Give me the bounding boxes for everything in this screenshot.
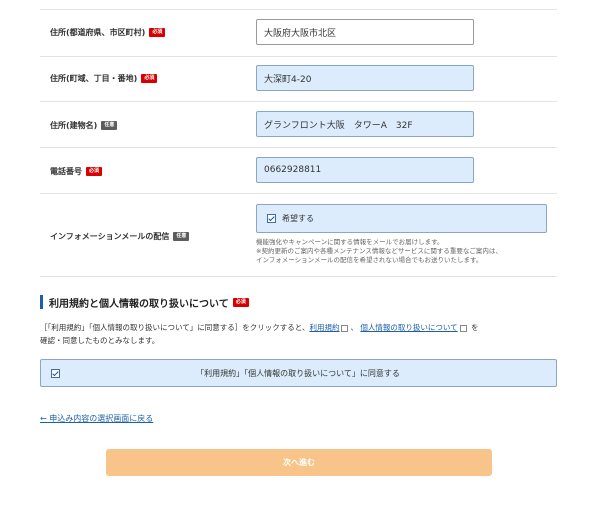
terms-agree-checkbox[interactable] (51, 368, 60, 378)
building-input[interactable] (256, 111, 474, 137)
terms-text: 確認・同意したものとみなします。 (40, 336, 160, 345)
city-input[interactable] (256, 19, 474, 45)
street-input[interactable] (256, 65, 474, 91)
terms-title-text: 利用規約と個人情報の取り扱いについて (49, 298, 229, 310)
newsletter-note-line: インフォメーションメールの配信を希望されない場合でもお送りいたします。 (256, 256, 483, 264)
phone-label-text: 電話番号 (50, 167, 82, 176)
city-label: 住所(都道府県、市区町村) 必須 (50, 27, 166, 38)
city-label-text: 住所(都道府県、市区町村) (50, 28, 146, 37)
terms-text: を (471, 323, 479, 332)
terms-description: ［「利用規約」「個人情報の取り扱いについて」に同意する］をクリックすると、利用規… (40, 321, 560, 347)
optional-badge: 任意 (101, 121, 118, 130)
external-link-icon (341, 324, 349, 332)
newsletter-note-line: ※契約更新のご案内や各種メンテナンス情報などサービスに関する重要なご案内は、 (256, 247, 502, 255)
back-link[interactable]: ← 申込み内容の選択画面に戻る (40, 413, 153, 424)
newsletter-note-line: 機能強化やキャンペーンに関する情報をメールでお届けします。 (256, 238, 444, 246)
divider (40, 147, 557, 148)
terms-of-use-link[interactable]: 利用規約 (309, 323, 339, 332)
divider (40, 101, 557, 102)
terms-agree-option[interactable]: 「利用規約」「個人情報の取り扱いについて」に同意する (40, 359, 557, 387)
building-label: 住所(建物名) 任意 (50, 120, 118, 131)
newsletter-note: 機能強化やキャンペーンに関する情報をメールでお届けします。 ※契約更新のご案内や… (256, 238, 556, 265)
required-badge: 必須 (149, 28, 166, 37)
divider (40, 9, 557, 10)
next-button[interactable]: 次へ進む (106, 449, 492, 476)
terms-section-title: 利用規約と個人情報の取り扱いについて 必須 (40, 295, 249, 310)
phone-label: 電話番号 必須 (50, 166, 103, 177)
street-label: 住所(町域、丁目・番地) 必須 (50, 73, 158, 84)
required-badge: 必須 (141, 74, 158, 83)
newsletter-label-text: インフォメーションメールの配信 (50, 232, 170, 241)
required-badge: 必須 (86, 167, 103, 176)
optional-badge: 任意 (173, 232, 190, 241)
phone-input[interactable] (256, 157, 474, 183)
newsletter-label: インフォメーションメールの配信 任意 (50, 231, 190, 242)
newsletter-checkbox[interactable] (267, 214, 276, 223)
divider (40, 276, 557, 277)
required-badge: 必須 (232, 297, 249, 307)
divider (40, 56, 557, 57)
terms-separator: 、 (350, 323, 358, 332)
external-link-icon (459, 324, 467, 332)
privacy-policy-link[interactable]: 個人情報の取り扱いについて (360, 323, 457, 332)
building-label-text: 住所(建物名) (50, 121, 98, 130)
street-label-text: 住所(町域、丁目・番地) (50, 74, 138, 83)
newsletter-optin[interactable]: 希望する (256, 204, 547, 233)
terms-text: ［「利用規約」「個人情報の取り扱いについて」に同意する］をクリックすると、 (40, 323, 310, 332)
terms-agree-label: 「利用規約」「個人情報の取り扱いについて」に同意する (196, 368, 400, 378)
newsletter-option-label: 希望する (282, 214, 314, 223)
divider (40, 193, 557, 194)
